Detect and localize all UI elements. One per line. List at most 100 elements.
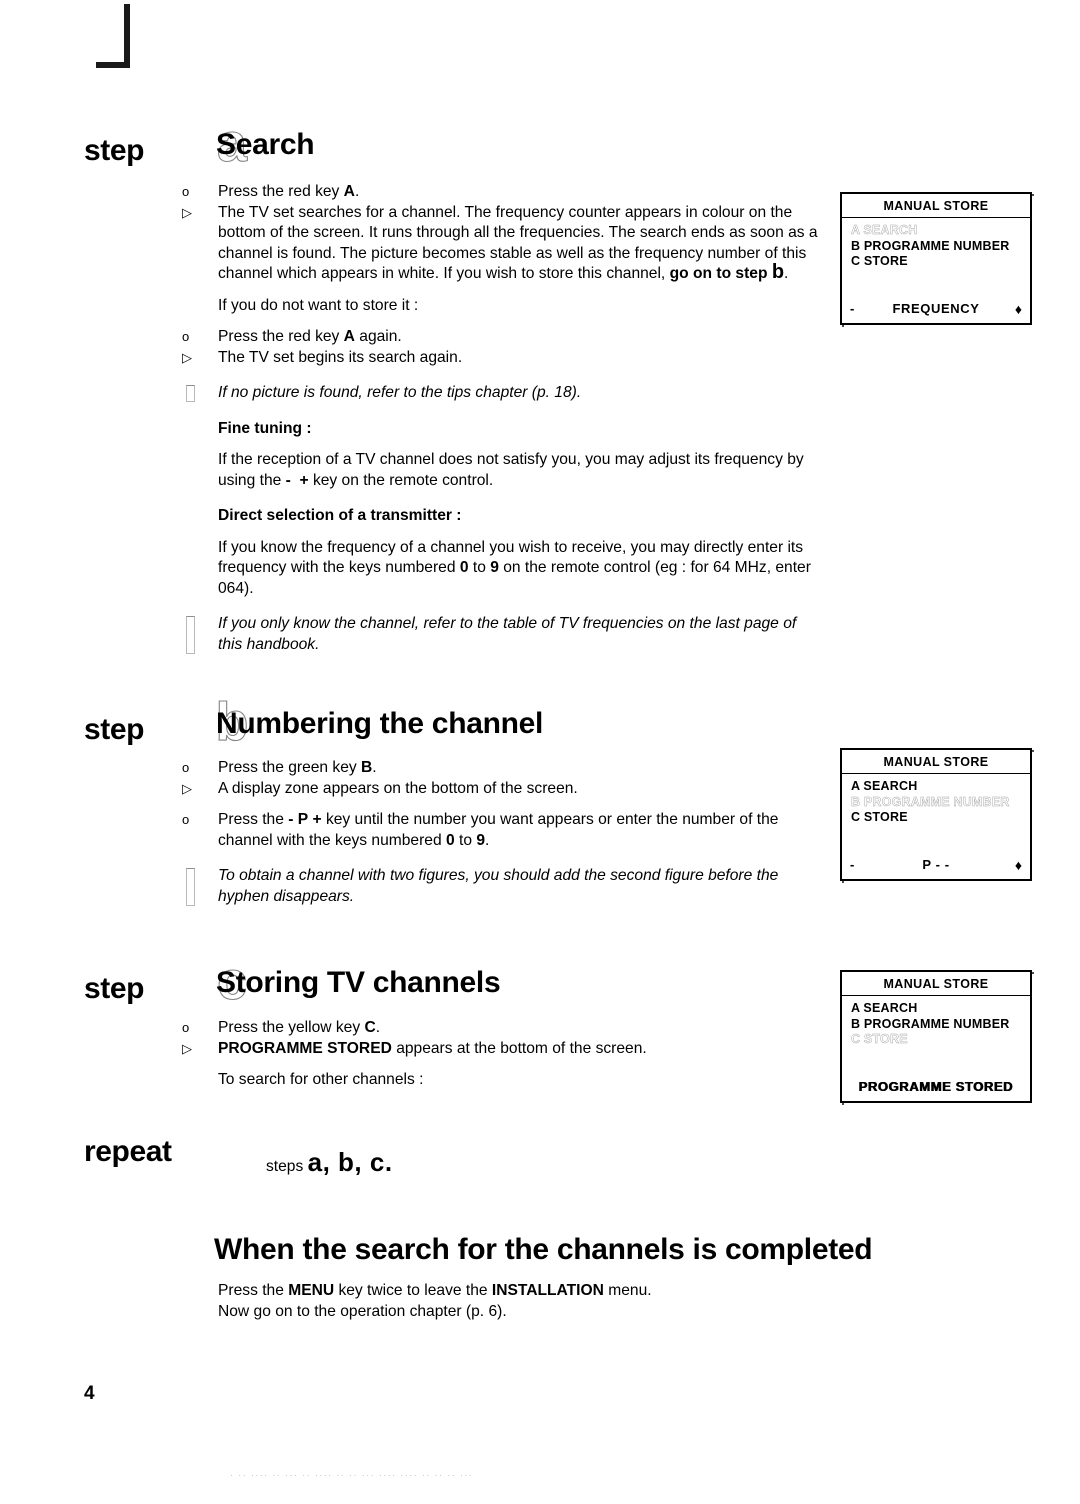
- note-marker-icon: [186, 868, 195, 906]
- step-c-body: o Press the yellow key C. ▷ PROGRAMME STORE…: [182, 1018, 822, 1091]
- triangle-bullet-icon: ▷: [182, 1040, 192, 1056]
- tv-menu-item: A SEARCH: [851, 1001, 918, 1015]
- step-a-body: o Press the red key A. ▷ The TV set searche…: [182, 182, 822, 655]
- list-item-text: Press the yellow key C.: [218, 1019, 380, 1036]
- text-run: to: [454, 831, 477, 849]
- list-item-action: o Press the yellow key C.: [182, 1018, 822, 1039]
- text-run: B: [361, 759, 373, 776]
- tv-minus-0: -: [850, 301, 855, 316]
- triangle-bullet-icon: ▷: [182, 780, 192, 796]
- list-item-action: o Press the red key A again.: [182, 327, 822, 348]
- circle-bullet-icon: o: [182, 812, 190, 827]
- tv-plus-0: ♦: [1014, 301, 1022, 317]
- tv-menu-list-0: A SEARCH B PROGRAMME NUMBER C STORE: [851, 223, 1027, 270]
- text-run: Press the: [218, 811, 289, 828]
- list-item-text: PROGRAMME STORED appears at the bottom o…: [218, 1040, 647, 1057]
- tv-title-0: MANUAL STORE: [842, 194, 1030, 218]
- note-marker-icon: [186, 616, 195, 654]
- tv-menu-item: A SEARCH: [851, 779, 918, 793]
- tv-menu-item: B PROGRAMME NUMBER: [851, 794, 1010, 809]
- triangle-bullet-icon: ▷: [182, 204, 192, 220]
- text-run: +: [312, 811, 322, 828]
- text-run: key on the remote control.: [308, 471, 494, 489]
- paragraph: If the reception of a TV channel does no…: [182, 450, 822, 491]
- text-run: If you do not want to store it :: [218, 296, 419, 314]
- text-run: 9: [476, 831, 486, 849]
- text-run: [291, 472, 300, 489]
- final-body: Press the MENU key twice to leave the IN…: [182, 1281, 822, 1322]
- text-run: P: [297, 811, 309, 828]
- list-item-result: ▷ The TV set begins its search again.: [182, 348, 822, 369]
- text-run: again.: [354, 328, 402, 345]
- repeat-word: repeat: [84, 1135, 172, 1168]
- repeat-steps-letters: a, b, c.: [307, 1147, 393, 1177]
- note-paragraph: To obtain a channel with two figures, yo…: [182, 866, 822, 907]
- text-run: To search for other channels :: [218, 1071, 424, 1088]
- list-item-result: ▷ PROGRAMME STORED appears at the bottom …: [182, 1039, 822, 1060]
- tv-footer-1: - P - - ♦: [842, 855, 1030, 875]
- text-run: .: [354, 183, 360, 200]
- list-item-text: A display zone appears on the bottom of …: [218, 780, 578, 797]
- triangle-bullet-icon: ▷: [182, 349, 192, 365]
- list-item-text: Press the red key A again.: [218, 328, 402, 345]
- step-a-word: step: [84, 134, 145, 167]
- text-run: MENU: [288, 1282, 335, 1299]
- text-run: b: [771, 261, 785, 283]
- list-item-text: Press the - P + key until the number you…: [218, 811, 778, 849]
- scan-artifact: · ·· ···· ·· ··· ·· ···· ·· ·· ··· ···· …: [230, 1470, 474, 1479]
- text-run: PROGRAMME STORED: [218, 1039, 392, 1057]
- tv-plus-1: ♦: [1014, 857, 1022, 873]
- step-b-word: step: [84, 713, 145, 746]
- text-run: 0: [445, 831, 455, 849]
- text-run: to: [468, 559, 491, 576]
- text-run: Press the red key: [218, 183, 344, 200]
- tv-menu-item: C STORE: [851, 810, 908, 824]
- repeat-row: repeat steps a, b, c.: [84, 1133, 604, 1181]
- text-run: 9: [490, 559, 499, 576]
- list-item-text: The TV set searches for a channel. The f…: [218, 204, 818, 283]
- step-c-title: Storing TV channels: [216, 966, 501, 999]
- text-run: Press the: [218, 1282, 289, 1299]
- text-run: .: [375, 1019, 381, 1036]
- text-run: .: [485, 831, 490, 849]
- list-item-action: o Press the red key A.: [182, 182, 822, 203]
- tv-footer-label-2: PROGRAMME STORED: [858, 1079, 1014, 1094]
- sub-heading: Fine tuning :: [182, 419, 822, 440]
- circle-bullet-icon: o: [182, 329, 190, 344]
- text-run: INSTALLATION: [491, 1282, 604, 1299]
- list-item-text: Press the green key B.: [218, 759, 377, 776]
- tv-screen-programme-number: MANUAL STORE A SEARCH B PROGRAMME NUMBER C…: [840, 748, 1032, 881]
- note-text: If no picture is found, refer to the tip…: [218, 384, 581, 401]
- step-b-body: o Press the green key B. ▷ A display zone a…: [182, 758, 822, 907]
- circle-bullet-icon: o: [182, 760, 190, 775]
- paragraph: Press the MENU key twice to leave the IN…: [182, 1281, 822, 1322]
- text-run: 0: [459, 559, 469, 576]
- tv-menu-item: B PROGRAMME NUMBER: [851, 1016, 1010, 1031]
- note-text: To obtain a channel with two figures, yo…: [218, 867, 778, 905]
- text-run: Direct selection of a transmitter :: [218, 507, 462, 524]
- text-run: A: [343, 328, 355, 345]
- paragraph: If you do not want to store it :: [182, 296, 822, 317]
- text-run: A display zone appears on the bottom of …: [218, 779, 578, 797]
- tv-title-2: MANUAL STORE: [842, 972, 1030, 996]
- step-b-title: Numbering the channel: [216, 707, 544, 740]
- tv-footer-label-0: FREQUENCY: [892, 301, 980, 316]
- list-item-text: The TV set begins its search again.: [218, 349, 462, 366]
- tv-screen-programme-stored: MANUAL STORE A SEARCH B PROGRAMME NUMBER C…: [840, 970, 1032, 1103]
- text-run: Press the yellow key: [218, 1019, 365, 1036]
- text-run: menu.: [603, 1282, 652, 1299]
- step-b-heading: step b Numbering the channel: [84, 691, 844, 759]
- tv-menu-item: C STORE: [851, 254, 908, 268]
- tv-menu-item: C STORE: [851, 1032, 908, 1046]
- tv-screen-frequency: MANUAL STORE A SEARCH B PROGRAMME NUMBER C…: [840, 192, 1032, 325]
- crop-mark-icon: [96, 4, 130, 68]
- note-marker-icon: [186, 385, 195, 402]
- paragraph: If you know the frequency of a channel y…: [182, 538, 822, 600]
- tv-footer-label-1: P - -: [922, 857, 950, 872]
